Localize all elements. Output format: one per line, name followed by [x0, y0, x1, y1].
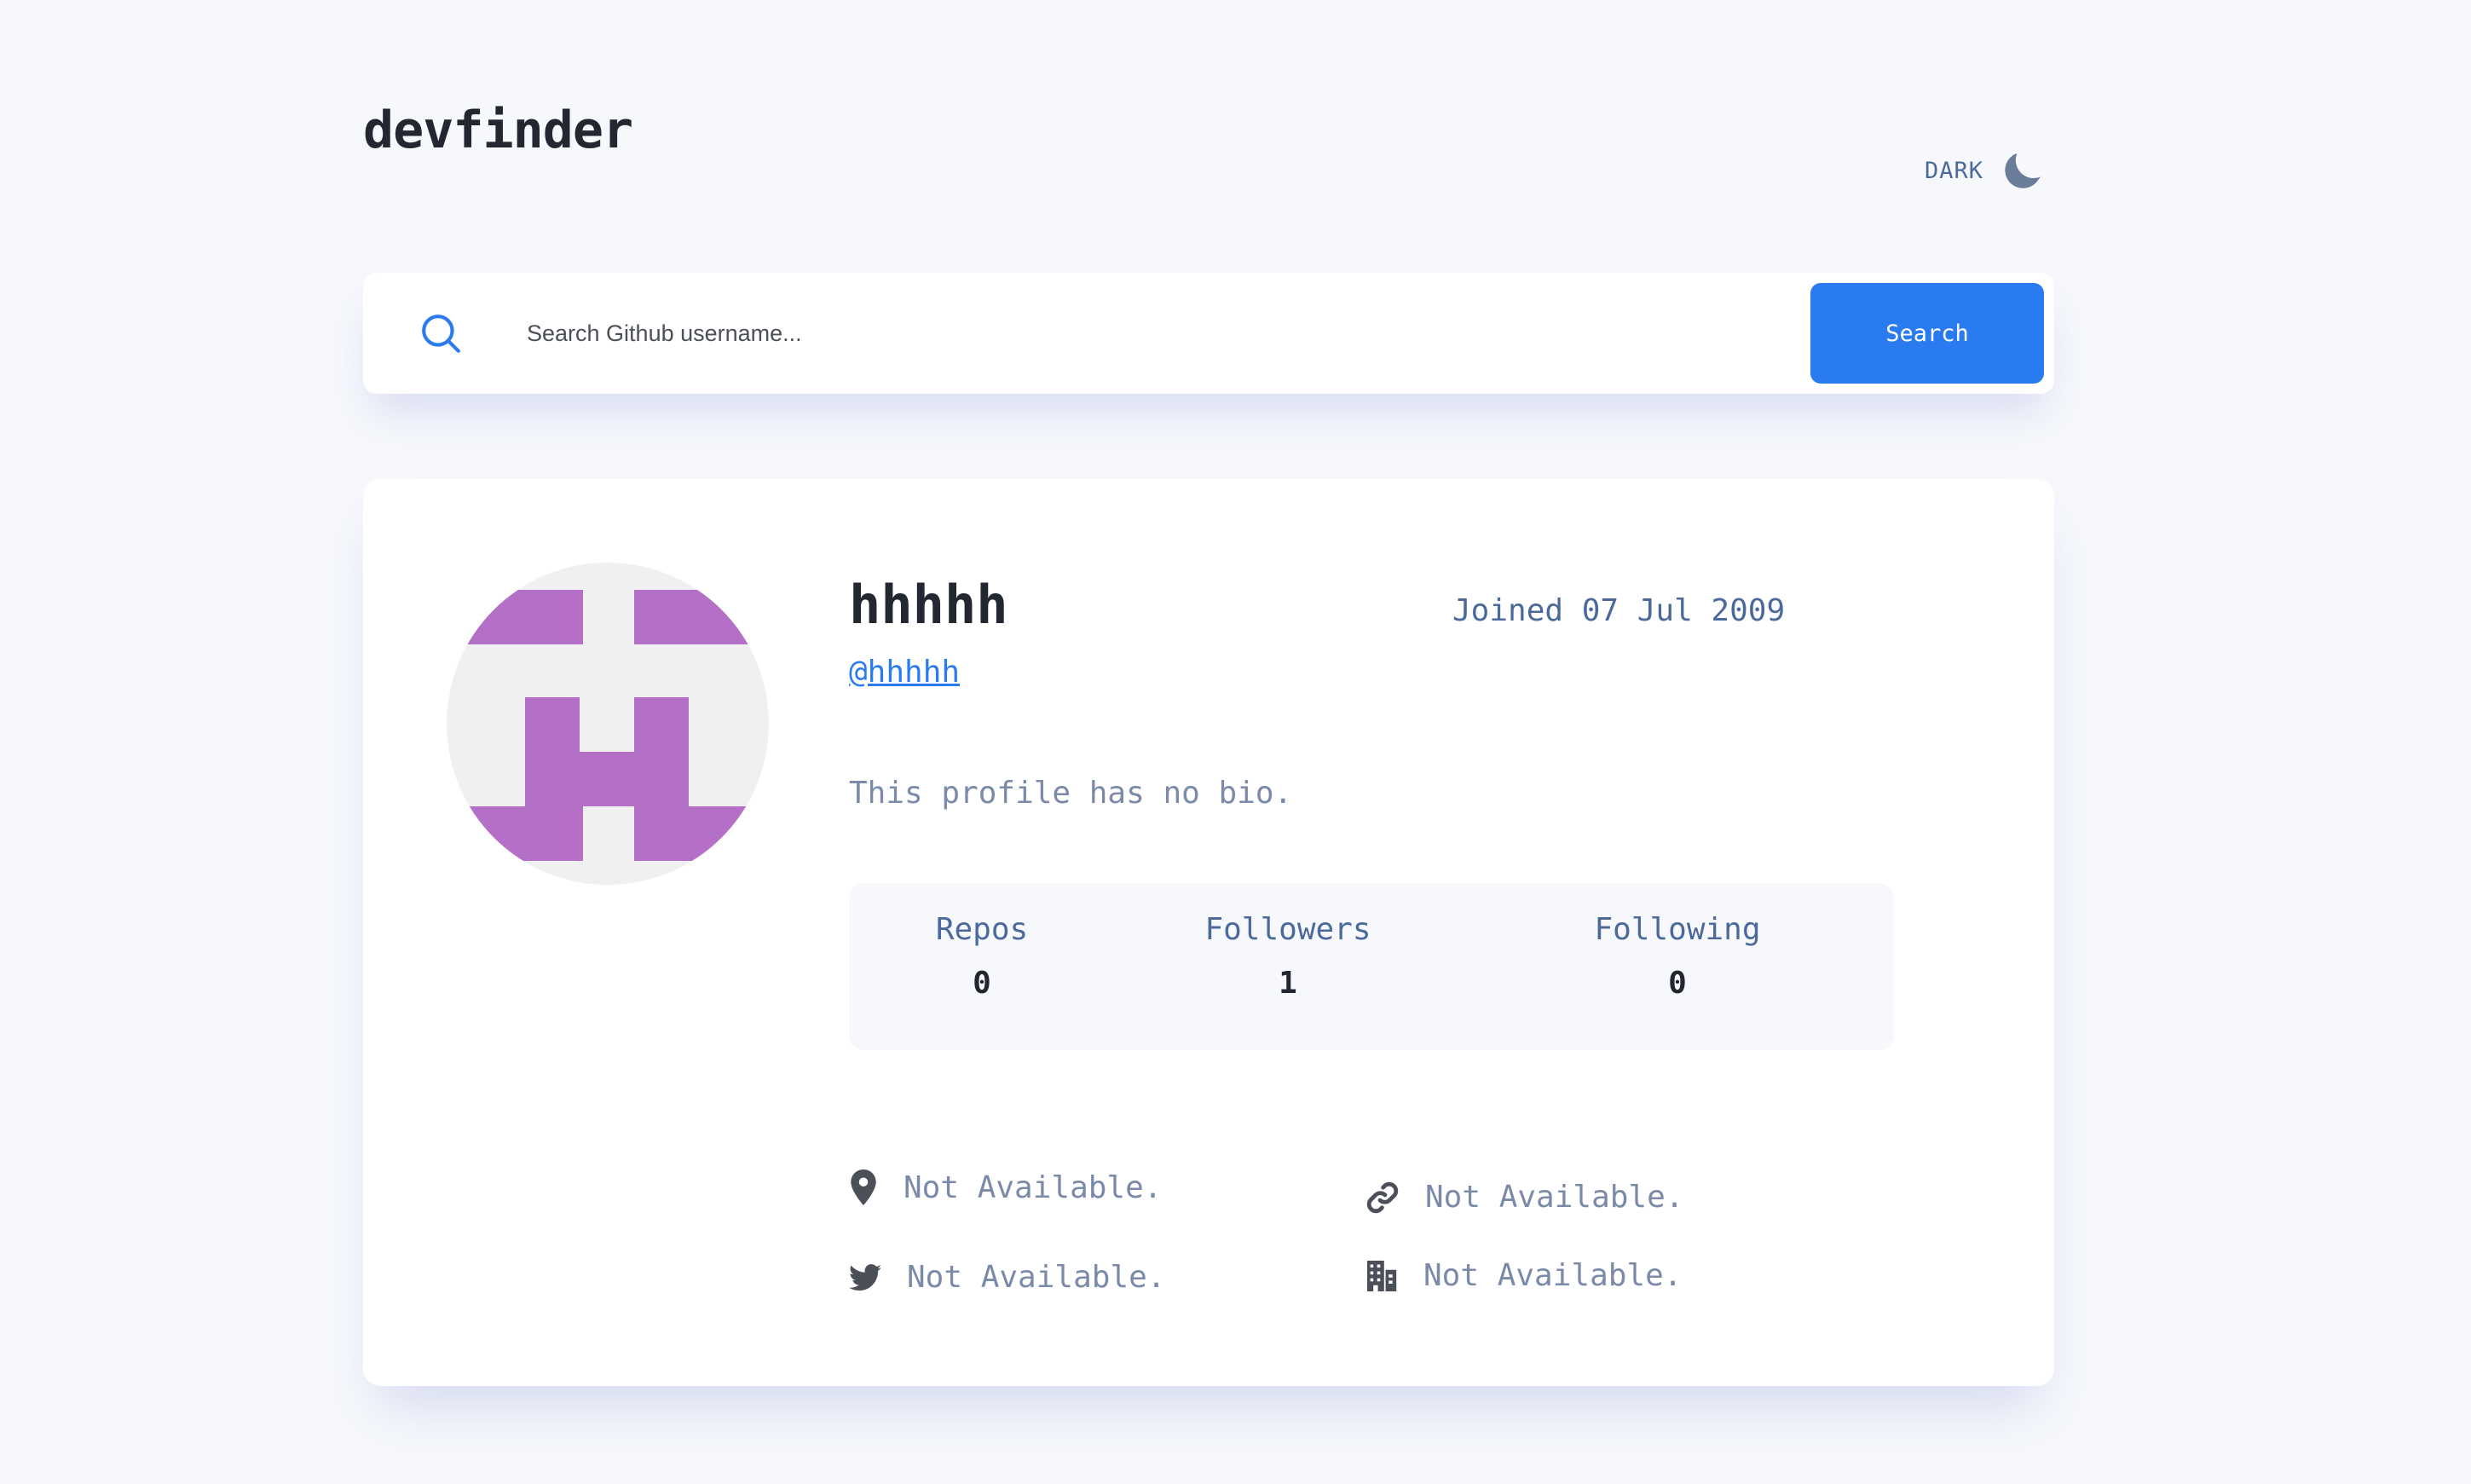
stat-following: Following 0: [1594, 912, 1760, 1001]
search-button[interactable]: Search: [1810, 283, 2044, 384]
stats-panel: Repos 0 Followers 1 Following 0: [849, 883, 1894, 1050]
location-item: Not Available.: [849, 1169, 1162, 1205]
profile-bio: This profile has no bio.: [849, 776, 1293, 811]
location-text: Not Available.: [904, 1169, 1163, 1205]
twitter-icon: [849, 1263, 881, 1291]
website-item[interactable]: Not Available.: [1365, 1180, 1683, 1215]
theme-toggle[interactable]: DARK: [1925, 147, 2041, 194]
company-text: Not Available.: [1423, 1258, 1683, 1293]
stat-followers: Followers 1: [1204, 912, 1371, 1001]
moon-icon: [2005, 153, 2041, 188]
avatar: [447, 563, 769, 885]
search-bar: Search: [363, 273, 2054, 394]
location-pin-icon: [851, 1169, 876, 1205]
profile-card: hhhhh Joined 07 Jul 2009 @hhhhh This pro…: [363, 479, 2054, 1386]
twitter-item: Not Available.: [849, 1260, 1165, 1295]
company-item: Not Available.: [1367, 1258, 1682, 1293]
stat-label: Following: [1594, 912, 1761, 947]
profile-name: hhhhh: [849, 574, 1008, 636]
stat-label: Repos: [935, 912, 1029, 947]
joined-date: Joined 07 Jul 2009: [1452, 593, 1786, 628]
stat-value: 0: [1668, 966, 1687, 1001]
website-text: Not Available.: [1425, 1180, 1684, 1215]
stat-value: 0: [973, 966, 991, 1001]
stat-label: Followers: [1204, 912, 1371, 947]
twitter-text: Not Available.: [907, 1260, 1166, 1295]
stat-value: 1: [1279, 966, 1297, 1001]
app-logo: devfinder: [363, 101, 633, 160]
identicon-avatar: [447, 563, 769, 885]
building-icon: [1367, 1260, 1397, 1291]
profile-handle-link[interactable]: @hhhhh: [849, 655, 960, 690]
theme-toggle-label: DARK: [1925, 157, 1984, 184]
stat-repos: Repos 0: [936, 912, 1028, 1001]
search-input[interactable]: [527, 307, 1805, 360]
search-icon: [422, 315, 460, 353]
link-icon: [1366, 1181, 1399, 1213]
